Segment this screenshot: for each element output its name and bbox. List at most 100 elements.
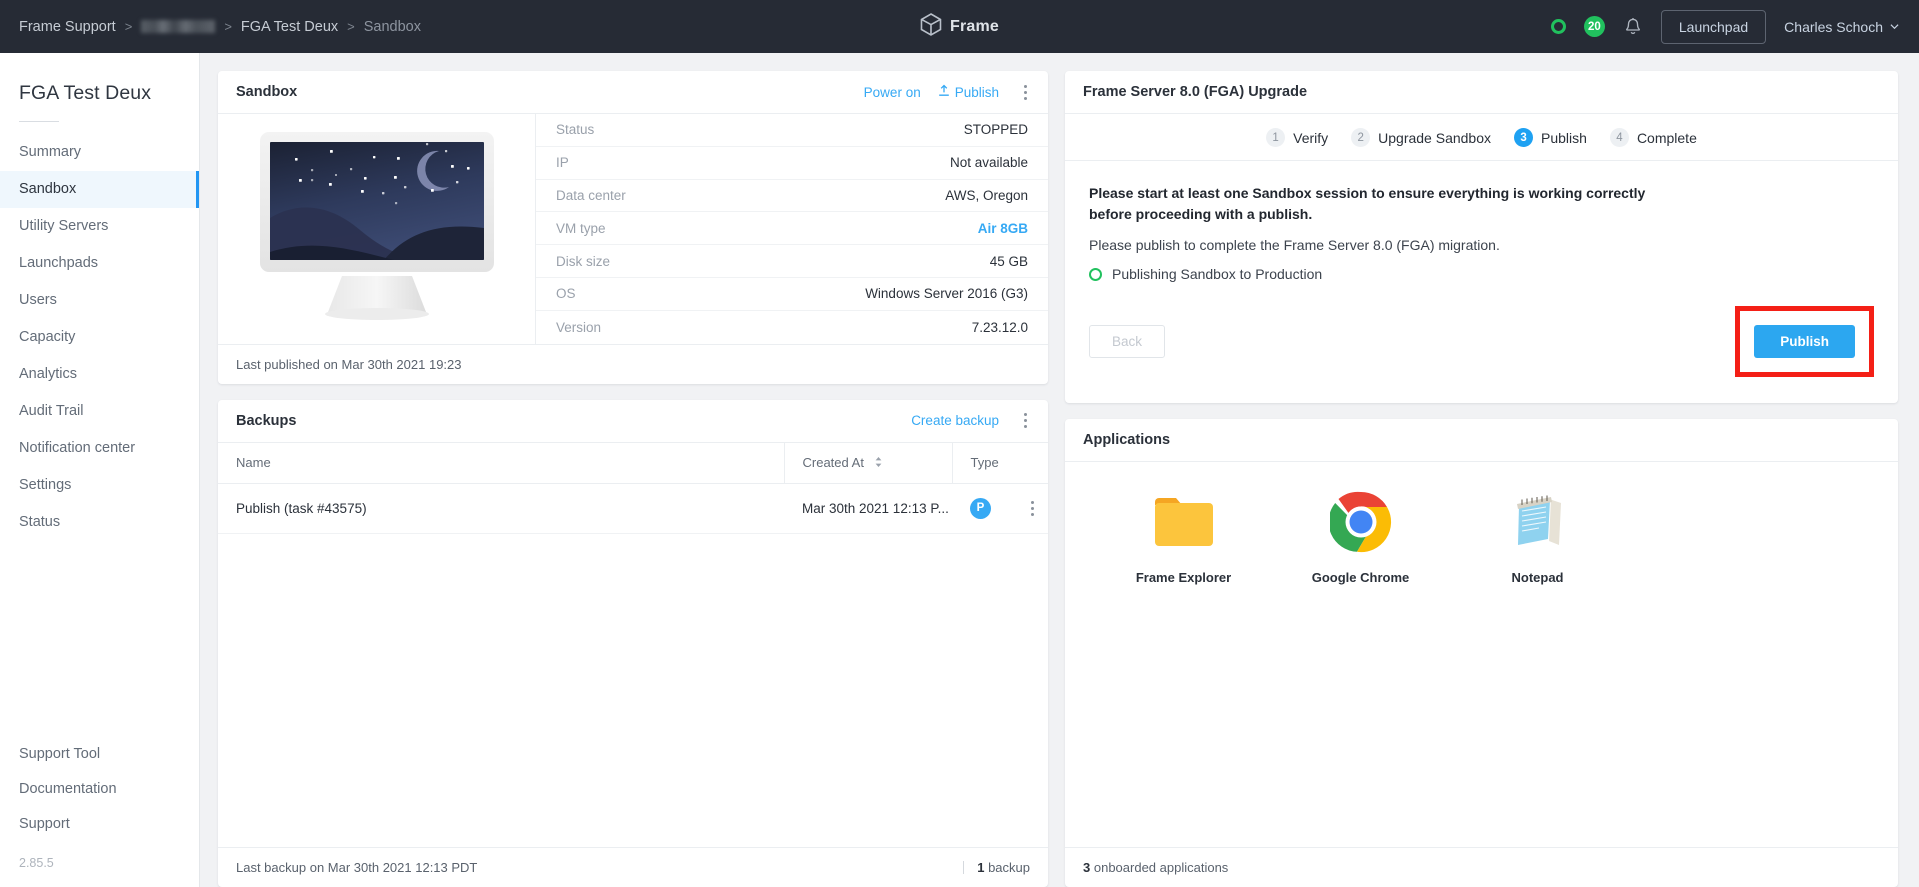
info-key: Version xyxy=(556,319,602,335)
applications-grid: Frame Explorer Google Chrome Notepad xyxy=(1065,462,1898,585)
table-row[interactable]: Publish (task #43575) Mar 30th 2021 12:1… xyxy=(218,483,1048,534)
row-kebab-menu-icon[interactable] xyxy=(1030,498,1048,518)
user-name: Charles Schoch xyxy=(1784,18,1883,35)
sidebar-item-sandbox[interactable]: Sandbox xyxy=(0,171,199,209)
info-value: STOPPED xyxy=(963,122,1028,138)
sidebar-item-audit-trail[interactable]: Audit Trail xyxy=(0,393,199,430)
app-tile-frame-explorer[interactable]: Frame Explorer xyxy=(1095,488,1272,585)
sidebar-item-utility-servers[interactable]: Utility Servers xyxy=(0,208,199,245)
brand-name: Frame xyxy=(949,17,1000,35)
create-backup-button[interactable]: Create backup xyxy=(911,413,999,428)
last-backup-text: Last backup on Mar 30th 2021 12:13 PDT xyxy=(236,860,478,875)
info-row-vm-type: VM type Air 8GB xyxy=(536,212,1048,246)
step-upgrade-sandbox[interactable]: 2 Upgrade Sandbox xyxy=(1351,128,1491,147)
back-button[interactable]: Back xyxy=(1089,325,1166,359)
onboarded-count-number: 3 xyxy=(1083,860,1091,875)
column-header-type[interactable]: Type xyxy=(952,442,1048,484)
upgrade-progress-text: Publishing Sandbox to Production xyxy=(1112,266,1323,283)
sidebar-item-launchpads[interactable]: Launchpads xyxy=(0,245,199,282)
onboarded-applications-count: 3 onboarded applications xyxy=(1083,860,1228,875)
vm-type-link[interactable]: Air 8GB xyxy=(978,221,1028,236)
applications-card-title: Applications xyxy=(1083,432,1171,449)
status-ring-icon[interactable] xyxy=(1550,19,1566,34)
progress-ring-icon xyxy=(1089,267,1102,281)
breadcrumb-item-fga-test-deux[interactable]: FGA Test Deux xyxy=(241,19,338,35)
backups-kebab-menu-icon[interactable] xyxy=(1016,411,1034,431)
app-label: Frame Explorer xyxy=(1135,570,1232,586)
sidebar-item-documentation[interactable]: Documentation xyxy=(0,772,199,807)
sidebar-item-capacity[interactable]: Capacity xyxy=(0,319,199,356)
launchpad-button[interactable]: Launchpad xyxy=(1660,9,1767,44)
info-row-data-center: Data center AWS, Oregon xyxy=(536,180,1048,213)
step-number: 1 xyxy=(1266,128,1286,147)
upgrade-card-title: Frame Server 8.0 (FGA) Upgrade xyxy=(1083,84,1308,100)
step-label: Upgrade Sandbox xyxy=(1378,129,1492,146)
upgrade-card-actions: Back Publish xyxy=(1065,282,1898,403)
sidebar-version: 2.85.5 xyxy=(19,856,54,870)
upload-icon xyxy=(938,84,950,100)
sandbox-card-title: Sandbox xyxy=(236,84,298,100)
user-menu[interactable]: Charles Schoch xyxy=(1784,19,1899,35)
sort-arrows-icon[interactable] xyxy=(874,456,883,471)
sidebar-item-settings[interactable]: Settings xyxy=(0,467,199,504)
last-published-text: Last published on Mar 30th 2021 19:23 xyxy=(236,356,462,372)
app-shell: FGA Test Deux Summary Sandbox Utility Se… xyxy=(0,53,1919,887)
applications-card-footer: 3 onboarded applications xyxy=(1065,847,1898,887)
info-key: Disk size xyxy=(556,253,611,269)
sidebar-item-support-tool[interactable]: Support Tool xyxy=(0,737,199,772)
chevron-down-icon xyxy=(1890,22,1899,31)
upgrade-warning-message: Please start at least one Sandbox sessio… xyxy=(1089,185,1646,222)
top-bar: Frame Support > > FGA Test Deux > Sandbo… xyxy=(0,0,1919,53)
breadcrumb-item-frame-support[interactable]: Frame Support xyxy=(19,19,116,35)
sidebar-item-notification-center[interactable]: Notification center xyxy=(0,430,199,467)
app-tile-notepad[interactable]: Notepad xyxy=(1449,488,1626,585)
brand-logo[interactable]: Frame xyxy=(920,12,1000,41)
sidebar-item-analytics[interactable]: Analytics xyxy=(0,356,199,393)
column-header-name[interactable]: Name xyxy=(218,442,785,484)
sandbox-kebab-menu-icon[interactable] xyxy=(1016,82,1034,102)
publish-button[interactable]: Publish xyxy=(1754,325,1855,359)
app-label: Notepad xyxy=(1511,570,1564,586)
power-on-button[interactable]: Power on xyxy=(864,85,921,100)
sidebar-item-users[interactable]: Users xyxy=(0,282,199,319)
upgrade-stepper: 1 Verify 2 Upgrade Sandbox 3 Publish 4 C… xyxy=(1065,114,1898,161)
upgrade-card: Frame Server 8.0 (FGA) Upgrade 1 Verify … xyxy=(1065,71,1898,404)
sandbox-card-body: Status STOPPED IP Not available Data cen… xyxy=(218,114,1048,344)
backups-card-header: Backups Create backup xyxy=(218,400,1048,443)
onboarded-count-label: onboarded applications xyxy=(1093,860,1229,875)
backups-empty-space xyxy=(218,534,1048,847)
bell-icon[interactable] xyxy=(1623,17,1643,37)
sidebar-divider xyxy=(19,121,59,122)
publish-link-label: Publish xyxy=(954,84,999,100)
sidebar-item-status[interactable]: Status xyxy=(0,504,199,541)
step-publish[interactable]: 3 Publish xyxy=(1514,128,1587,147)
cell-backup-name: Publish (task #43575) xyxy=(218,483,784,534)
breadcrumb-item-sandbox: Sandbox xyxy=(363,18,421,35)
app-tile-google-chrome[interactable]: Google Chrome xyxy=(1272,488,1449,585)
breadcrumb: Frame Support > > FGA Test Deux > Sandbo… xyxy=(0,19,421,35)
right-column: Frame Server 8.0 (FGA) Upgrade 1 Verify … xyxy=(1065,71,1898,887)
sidebar-item-support[interactable]: Support xyxy=(0,807,199,842)
cube-icon xyxy=(920,12,941,41)
upgrade-note: Please publish to complete the Frame Ser… xyxy=(1089,237,1500,254)
applications-card: Applications Frame Explorer Google Chrom… xyxy=(1065,419,1898,887)
info-value: 7.23.12.0 xyxy=(971,319,1028,335)
info-value: Not available xyxy=(949,155,1028,171)
step-label: Publish xyxy=(1541,129,1587,146)
step-number: 2 xyxy=(1351,128,1371,147)
backups-table: Name Created At Type Publish (task #4357… xyxy=(218,442,1048,534)
info-row-status: Status STOPPED xyxy=(536,114,1048,147)
step-verify[interactable]: 1 Verify xyxy=(1266,128,1328,147)
upgrade-progress-row: Publishing Sandbox to Production xyxy=(1089,266,1874,282)
step-label: Complete xyxy=(1636,129,1697,146)
publish-link-button[interactable]: Publish xyxy=(938,84,999,100)
sidebar-item-summary[interactable]: Summary xyxy=(0,134,199,171)
info-key: IP xyxy=(556,155,569,171)
step-complete[interactable]: 4 Complete xyxy=(1609,128,1697,147)
backups-card: Backups Create backup Name Created At Ty… xyxy=(218,399,1048,887)
notification-count-badge[interactable]: 20 xyxy=(1583,16,1605,37)
left-column: Sandbox Power on Publish Status STOPPED … xyxy=(218,71,1048,887)
column-header-created-at[interactable]: Created At xyxy=(784,442,953,484)
breadcrumb-item-redacted[interactable] xyxy=(141,20,216,33)
step-label: Verify xyxy=(1293,129,1329,146)
